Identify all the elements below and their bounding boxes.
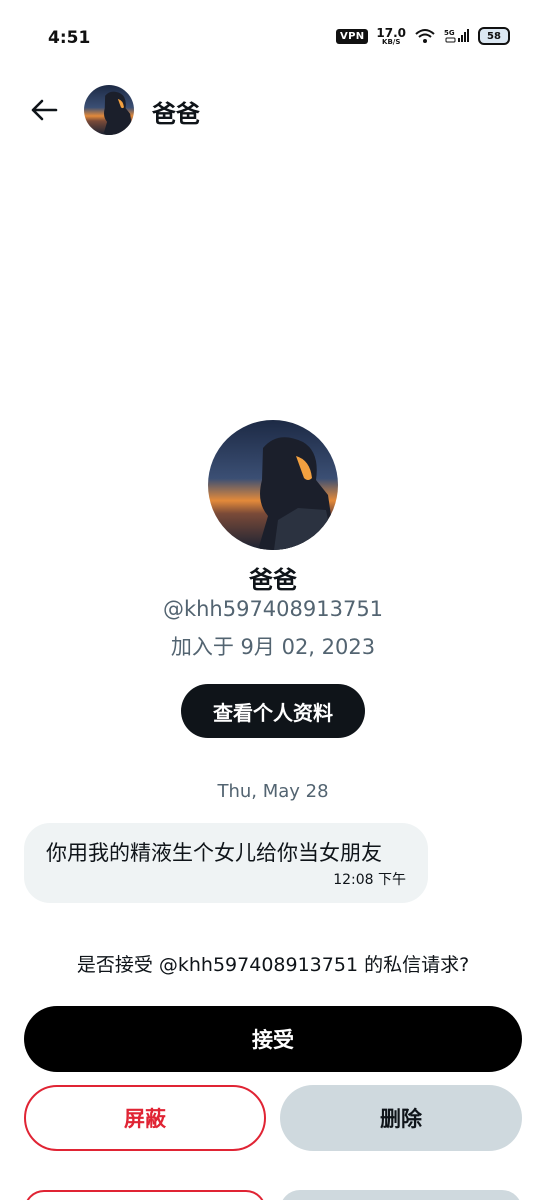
battery-icon: 58 [478, 27, 510, 45]
profile-avatar[interactable] [208, 420, 338, 550]
conversation-header: 爸爸 [0, 80, 546, 140]
accept-button[interactable]: 接受 [24, 1006, 522, 1072]
profile-name: 爸爸 [249, 566, 297, 594]
header-avatar[interactable] [84, 85, 134, 135]
vpn-badge: VPN [336, 28, 369, 44]
delete-button[interactable]: 删除 [280, 1085, 522, 1151]
ghost-block-button [24, 1190, 266, 1200]
avatar-image [208, 420, 338, 550]
back-arrow-icon [31, 99, 58, 121]
back-button[interactable] [24, 92, 64, 128]
wifi-icon [414, 27, 436, 45]
svg-text:5G: 5G [444, 29, 455, 37]
block-button[interactable]: 屏蔽 [24, 1085, 266, 1151]
network-speed: 17.0 KB/S [376, 27, 406, 46]
ghost-button-row [0, 1190, 546, 1200]
ghost-delete-button [280, 1190, 522, 1200]
profile-handle: @khh597408913751 [162, 597, 384, 621]
status-indicators: VPN 17.0 KB/S 5G 58 [336, 24, 510, 48]
network-speed-unit: KB/S [382, 37, 401, 46]
avatar-image [84, 85, 134, 135]
message-bubble[interactable]: 你用我的精液生个女儿给你当女朋友 12:08 下午 [24, 823, 428, 903]
request-prompt: 是否接受 @khh597408913751 的私信请求? [76, 954, 470, 976]
date-divider: Thu, May 28 [217, 781, 329, 802]
view-profile-button[interactable]: 查看个人资料 [181, 684, 365, 738]
status-bar: 4:51 VPN 17.0 KB/S 5G 58 [0, 0, 546, 76]
status-time: 4:51 [48, 28, 91, 48]
network-speed-value: 17.0 [376, 25, 406, 40]
cellular-signal-icon: 5G [444, 27, 470, 45]
profile-joined-date: 加入于 9月 02, 2023 [170, 635, 376, 659]
message-timestamp: 12:08 下午 [333, 872, 406, 888]
header-title: 爸爸 [152, 100, 200, 128]
message-text: 你用我的精液生个女儿给你当女朋友 [46, 841, 382, 865]
